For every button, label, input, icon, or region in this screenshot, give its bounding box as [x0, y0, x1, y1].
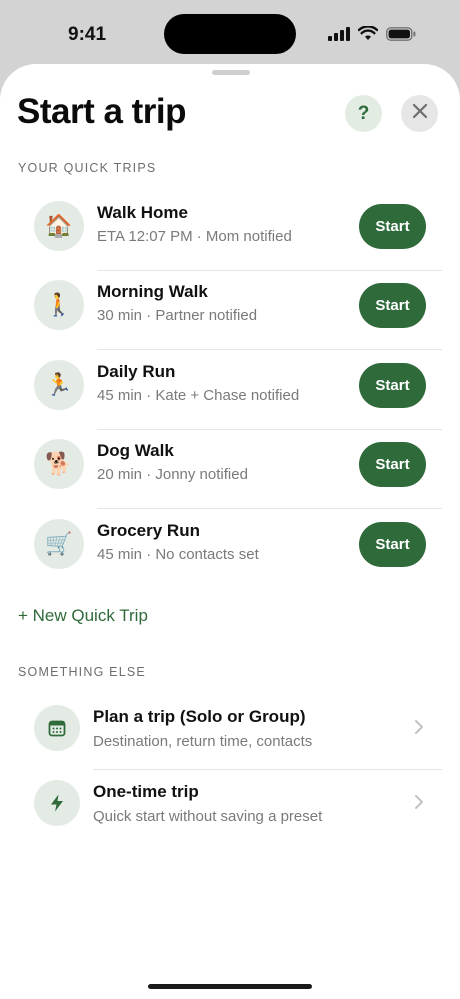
walking-person-icon: 🚶	[34, 280, 84, 330]
something-else-section-label: SOMETHING ELSE	[18, 665, 146, 679]
sheet-grabber[interactable]	[212, 70, 250, 75]
lightning-bolt-icon	[34, 780, 80, 826]
start-button[interactable]: Start	[359, 442, 426, 487]
help-button[interactable]: ?	[345, 95, 382, 132]
quick-trip-row[interactable]: 🛒 Grocery Run 45 min · No contacts set S…	[0, 509, 460, 589]
quick-trip-row[interactable]: 🏠 Walk Home ETA 12:07 PM · Mom notified …	[0, 191, 460, 271]
one-time-trip-subtitle: Quick start without saving a preset	[93, 808, 323, 825]
one-time-trip-row[interactable]: One-time trip Quick start without saving…	[0, 770, 460, 845]
dog-icon: 🐕	[34, 439, 84, 489]
chevron-right-icon	[414, 719, 424, 740]
quick-trip-row[interactable]: 🚶 Morning Walk 30 min · Partner notified…	[0, 270, 460, 350]
status-bar: 9:41	[0, 0, 460, 64]
close-icon	[412, 103, 428, 124]
status-icons	[328, 25, 416, 46]
wifi-icon	[357, 25, 379, 46]
quick-trip-name: Walk Home	[97, 203, 189, 222]
house-icon: 🏠	[34, 201, 84, 251]
cellular-signal-icon	[328, 26, 350, 46]
shopping-cart-icon: 🛒	[34, 519, 84, 569]
start-button[interactable]: Start	[359, 204, 426, 249]
start-button[interactable]: Start	[359, 363, 426, 408]
quick-trip-name: Morning Walk	[97, 282, 208, 301]
quick-trip-row[interactable]: 🐕 Dog Walk 20 min · Jonny notified Start	[0, 429, 460, 509]
page-title: Start a trip	[17, 92, 187, 131]
status-time: 9:41	[68, 24, 107, 45]
plan-trip-subtitle: Destination, return time, contacts	[93, 733, 313, 750]
battery-icon	[386, 26, 416, 46]
dynamic-island	[164, 14, 296, 54]
new-quick-trip-link[interactable]: + New Quick Trip	[18, 606, 148, 626]
quick-trip-name: Daily Run	[97, 362, 176, 381]
calendar-icon	[34, 705, 80, 751]
quick-trip-detail: 45 min · Kate + Chase notified	[97, 387, 300, 404]
one-time-trip-title: One-time trip	[93, 782, 199, 801]
quick-trip-name: Dog Walk	[97, 441, 174, 460]
start-button[interactable]: Start	[359, 522, 426, 567]
quick-trip-detail: ETA 12:07 PM · Mom notified	[97, 228, 292, 245]
plan-trip-row[interactable]: Plan a trip (Solo or Group) Destination,…	[0, 695, 460, 770]
quick-trip-detail: 20 min · Jonny notified	[97, 466, 248, 483]
quick-trips-section-label: YOUR QUICK TRIPS	[18, 161, 157, 175]
plan-trip-title: Plan a trip (Solo or Group)	[93, 707, 306, 726]
quick-trip-row[interactable]: 🏃 Daily Run 45 min · Kate + Chase notifi…	[0, 350, 460, 430]
start-button[interactable]: Start	[359, 283, 426, 328]
home-indicator[interactable]	[148, 984, 312, 989]
running-person-icon: 🏃	[34, 360, 84, 410]
close-button[interactable]	[401, 95, 438, 132]
chevron-right-icon	[414, 794, 424, 815]
start-trip-sheet: Start a trip ? YOUR QUICK TRIPS 🏠 Walk H…	[0, 64, 460, 999]
question-mark-icon: ?	[357, 102, 370, 124]
quick-trip-detail: 30 min · Partner notified	[97, 307, 258, 324]
quick-trip-detail: 45 min · No contacts set	[97, 546, 259, 563]
quick-trip-name: Grocery Run	[97, 521, 200, 540]
